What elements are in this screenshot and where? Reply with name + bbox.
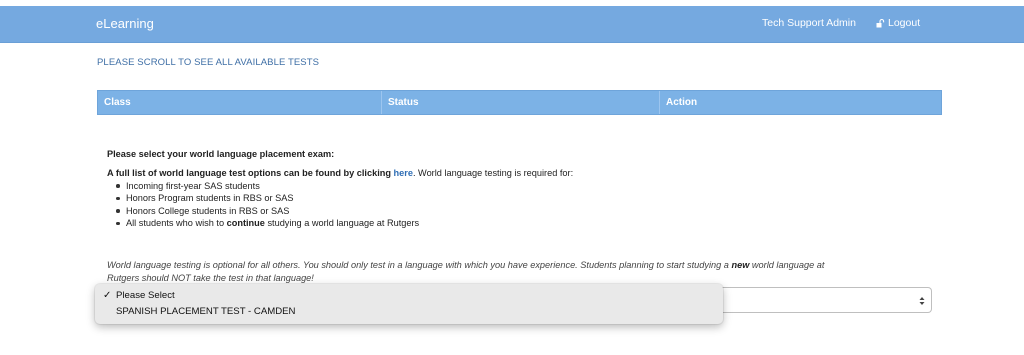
req-last-bold: continue: [226, 218, 265, 229]
column-header-action: Action: [666, 97, 698, 108]
exam-info-suffix: . World language testing is required for…: [412, 168, 574, 179]
exam-info-prefix: A full list of world language test optio…: [107, 168, 394, 179]
option-label: Please Select: [116, 290, 175, 301]
column-header-status: Status: [382, 91, 660, 114]
select-arrows-icon: [919, 297, 925, 305]
checkmark-icon: ✓: [103, 290, 112, 301]
optional-testing-note: World language testing is optional for a…: [107, 259, 927, 285]
list-item: Incoming first-year SAS students: [116, 180, 927, 192]
exam-select[interactable]: [713, 287, 932, 313]
exam-select-dropdown[interactable]: ✓ Please Select SPANISH PLACEMENT TEST -…: [95, 284, 723, 324]
exam-info: A full list of world language test optio…: [107, 167, 927, 179]
logout-label: Logout: [888, 17, 921, 29]
tests-table-header: Class Status Action: [97, 90, 942, 115]
list-item: All students who wish to continue studyi…: [116, 217, 927, 229]
optional-text-1: World language testing is optional for a…: [107, 260, 732, 270]
column-header-class: Class: [98, 91, 382, 114]
logout-link[interactable]: Logout: [876, 17, 920, 29]
optional-text-3: Rutgers should NOT take the test in that…: [107, 273, 314, 283]
req-last-prefix: All students who wish to: [126, 218, 227, 229]
unlock-icon: [876, 18, 885, 27]
top-navbar: eLearning Tech Support Admin Logout: [0, 6, 1024, 43]
list-item: Honors College students in RBS or SAS: [116, 205, 927, 217]
exam-prompt: Please select your world language placem…: [107, 149, 335, 159]
dropdown-option-please-select[interactable]: ✓ Please Select: [95, 288, 723, 303]
exam-instructions: Please select your world language placem…: [107, 148, 927, 229]
option-label: SPANISH PLACEMENT TEST - CAMDEN: [116, 306, 296, 317]
user-menu-link[interactable]: Tech Support Admin: [762, 17, 856, 29]
optional-text-2: world language at: [749, 260, 825, 270]
scroll-notice: PLEASE SCROLL TO SEE ALL AVAILABLE TESTS: [97, 57, 320, 68]
dropdown-option-spanish-camden[interactable]: SPANISH PLACEMENT TEST - CAMDEN: [95, 304, 723, 319]
brand-link[interactable]: eLearning: [96, 16, 154, 31]
req-last-suffix: studying a world language at Rutgers: [264, 218, 420, 229]
optional-text-bold: new: [731, 260, 750, 270]
requirements-list: Incoming first-year SAS students Honors …: [107, 180, 927, 230]
test-options-link[interactable]: here: [394, 168, 413, 178]
list-item: Honors Program students in RBS or SAS: [116, 192, 927, 204]
